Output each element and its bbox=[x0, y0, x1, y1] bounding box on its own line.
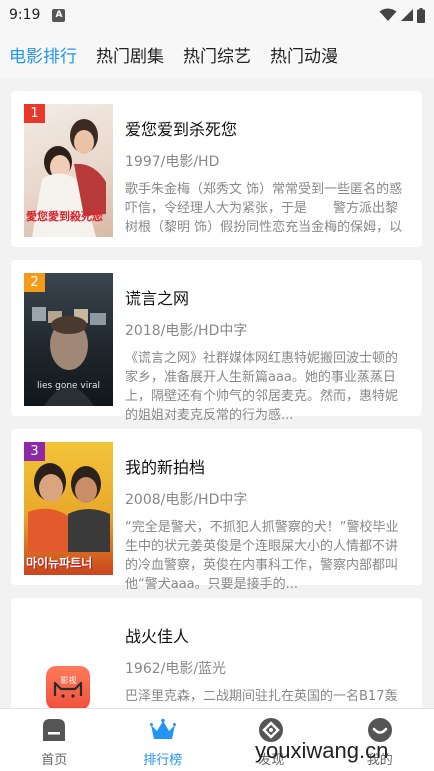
movie-title: 谎言之网 bbox=[125, 289, 190, 308]
movie-meta: 2008/电影/HD中字 bbox=[125, 492, 248, 508]
movie-description: “完全是警犬，不抓犯人抓警察的犬！”警校毕业生中的状元姜英俊是个连眼屎大小的人情… bbox=[125, 520, 399, 592]
movie-list: 1 愛您愛到殺死您 爱您爱到杀死您 1997/电影/HD 歌手朱金梅（郑秀文 饰… bbox=[0, 78, 434, 708]
nav-home[interactable]: 首页 bbox=[0, 709, 109, 771]
status-icons bbox=[379, 7, 425, 23]
app-logo bbox=[46, 666, 90, 708]
app-logo-text: 影视 bbox=[60, 676, 77, 685]
watermark: youxiwang.cn bbox=[255, 738, 389, 763]
movie-poster: 3 마이뉴파트너 bbox=[24, 442, 113, 575]
movie-title: 战火佳人 bbox=[125, 627, 190, 646]
movie-description: 歌手朱金梅（郑秀文 饰）常常受到一些匿名的惑吓信，令经理人大为紧张，于是 警方派… bbox=[125, 182, 403, 235]
movie-description: 《谎言之网》社群媒体网红惠特妮搬回波士顿的家乡，准备展开人生新篇aaa。她的事业… bbox=[125, 351, 399, 423]
cat-icon bbox=[53, 681, 83, 698]
movie-meta: 1962/电影/蓝光 bbox=[125, 661, 227, 677]
signal-icon bbox=[401, 9, 413, 21]
notification-icon: A bbox=[52, 8, 66, 22]
tab-hot-series[interactable]: 热门剧集 bbox=[96, 42, 164, 67]
poster-title: lies gone viral bbox=[37, 381, 100, 391]
movie-card[interactable]: 2 lies gone viral 谎言之网 2018/电影/HD中字 《谎言之… bbox=[11, 260, 422, 423]
rank-badge: 1 bbox=[24, 104, 45, 123]
tab-hot-anime[interactable]: 热门动漫 bbox=[270, 42, 338, 67]
movie-title: 爱您爱到杀死您 bbox=[125, 120, 238, 139]
rank-badge: 2 bbox=[24, 273, 45, 292]
home-icon bbox=[43, 719, 66, 741]
movie-poster: 2 lies gone viral bbox=[24, 273, 113, 406]
tab-hot-variety[interactable]: 热门综艺 bbox=[183, 42, 251, 67]
movie-card[interactable]: 3 마이뉴파트너 我的新拍档 2008/电影/HD中字 “完全是警犬，不抓犯人抓… bbox=[11, 429, 422, 592]
battery-icon bbox=[417, 7, 425, 23]
poster-title: 마이뉴파트너 bbox=[26, 556, 93, 570]
nav-home-label: 首页 bbox=[41, 753, 68, 768]
crown-icon bbox=[149, 718, 176, 739]
poster-title: 愛您愛到殺死您 bbox=[26, 210, 103, 223]
movie-description: 巴泽里克森，二战期间驻扎在英国的一名B17轰炸机飞行员，他行事鲁莽，作战勇... bbox=[125, 689, 398, 704]
nav-ranking-label: 排行榜 bbox=[143, 753, 183, 768]
nav-ranking[interactable]: 排行榜 bbox=[109, 709, 218, 771]
movie-card[interactable]: 影视 战火佳人 1962/电影/蓝光 巴泽里克森，二战期间驻扎在英国的一名B17… bbox=[11, 598, 422, 708]
status-time: 9:19 bbox=[9, 7, 41, 23]
tab-movie-ranking[interactable]: 电影排行 bbox=[9, 42, 77, 67]
movie-meta: 1997/电影/HD bbox=[125, 154, 220, 170]
movie-meta: 2018/电影/HD中字 bbox=[125, 323, 248, 339]
wifi-icon bbox=[379, 8, 397, 21]
rank-badge: 3 bbox=[24, 442, 45, 461]
status-bar: 9:19 A bbox=[0, 0, 434, 30]
movie-card[interactable]: 1 愛您愛到殺死您 爱您爱到杀死您 1997/电影/HD 歌手朱金梅（郑秀文 饰… bbox=[11, 91, 422, 247]
movie-poster: 1 愛您愛到殺死您 bbox=[24, 104, 113, 237]
movie-poster: 影视 bbox=[24, 611, 113, 708]
movie-title: 我的新拍档 bbox=[125, 458, 206, 477]
category-tabs: 电影排行 热门剧集 热门综艺 热门动漫 bbox=[0, 30, 434, 78]
